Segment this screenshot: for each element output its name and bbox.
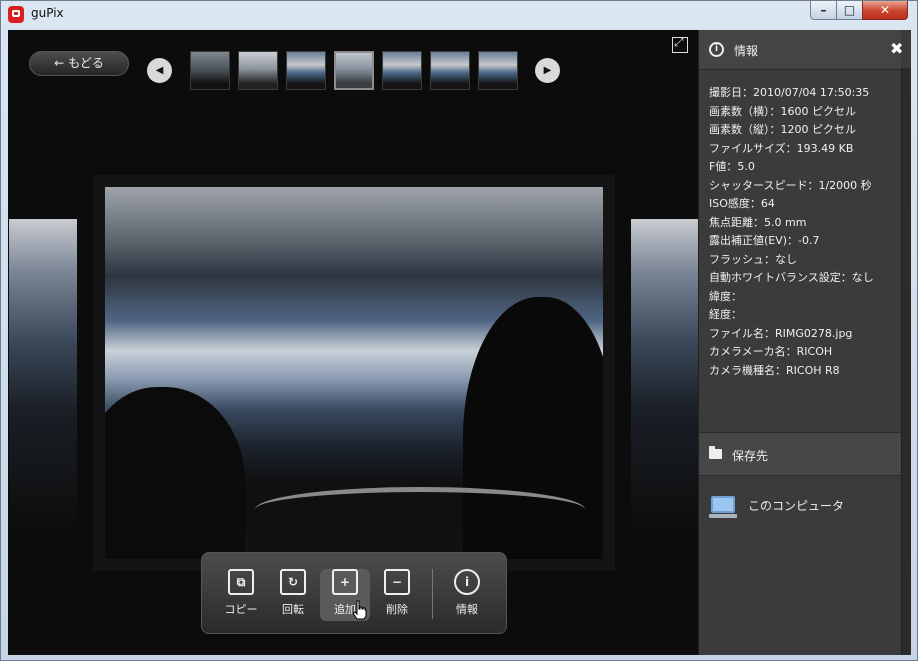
panel-scrollbar[interactable] [901,68,911,655]
maximize-button[interactable]: □ [836,1,863,20]
save-destination-title: 保存先 [732,449,769,463]
next-photo[interactable] [631,219,705,527]
back-button[interactable]: ← もどる [29,51,129,76]
prev-thumbnails-button[interactable]: ◀ [147,58,172,83]
copy-label: コピー [224,603,258,616]
exif-row: 画素数（横）：1600 ピクセル [709,104,856,118]
thumbnail-3[interactable] [286,51,326,90]
main-photo[interactable] [105,187,603,559]
app-window: guPix – □ ✕ ← もどる ◀ ▶ ⤢ ⧉ コピー ↻ 回転 + 追加 … [0,0,918,661]
exif-row: F値：5.0 [709,160,755,173]
exif-row: 経度： [709,308,742,321]
exif-row: 緯度： [709,289,742,303]
computer-icon [709,496,737,518]
exif-row: カメラメーカ名：RICOH [709,345,833,358]
info-button[interactable]: i 情報 [442,569,492,621]
exif-row: 画素数（縦）：1200 ピクセル [709,123,856,136]
back-button-label: もどる [68,56,104,70]
close-icon: ✕ [879,3,891,17]
remove-button[interactable]: − 削除 [372,569,422,621]
info-circle-icon: i [709,42,724,57]
info-panel-title: 情報 [734,44,759,58]
exif-row: フラッシュ：なし [709,252,797,266]
copy-icon: ⧉ [228,569,254,595]
viewer-area: ← もどる ◀ ▶ ⤢ ⧉ コピー ↻ 回転 + 追加 − 削除 i 情報 i … [8,30,911,655]
exif-row: ファイルサイズ：193.49 KB [709,141,854,155]
exif-row: シャッタースピード：1/2000 秒 [709,178,872,192]
close-window-button[interactable]: ✕ [862,1,908,20]
exif-row: ファイル名：RIMG0278.jpg [709,326,853,340]
folder-icon [709,446,722,459]
exif-row: 露出補正値(EV)：-0.7 [709,234,820,247]
save-destination-header[interactable]: 保存先 [699,432,901,476]
toolbar-divider [432,569,433,619]
fullscreen-icon: ⤢ [674,35,684,49]
exif-row: 焦点距離：5.0 mm [709,215,807,229]
info-icon: i [454,569,480,595]
info-panel-header: i 情報 ✖ [699,30,903,70]
title-bar[interactable]: guPix – □ ✕ [1,1,917,29]
info-panel: i 情報 ✖ 撮影日：2010/07/04 17:50:35 画素数（横）：160… [698,30,911,655]
thumbnail-2[interactable] [238,51,278,90]
remove-from-list-icon: − [384,569,410,595]
window-title: guPix [31,6,64,20]
app-logo-icon [8,6,24,23]
thumbnail-4-selected[interactable] [334,51,374,90]
remove-label: 削除 [386,603,408,616]
thumbnail-5[interactable] [382,51,422,90]
maximize-icon: □ [843,3,856,17]
info-label: 情報 [456,603,478,616]
exif-list: 撮影日：2010/07/04 17:50:35 画素数（横）：1600 ピクセル画… [709,84,899,380]
rotate-icon: ↻ [280,569,306,595]
rotate-button[interactable]: ↻ 回転 [268,569,318,621]
exif-row: 自動ホワイトバランス設定：なし [709,271,874,284]
fullscreen-button[interactable]: ⤢ [672,35,688,53]
previous-photo[interactable] [9,219,77,527]
this-computer-label: このコンピュータ [748,499,845,513]
triangle-left-icon: ◀ [155,65,164,76]
thumbnail-1[interactable] [190,51,230,90]
next-thumbnails-button[interactable]: ▶ [535,58,560,83]
copy-button[interactable]: ⧉ コピー [216,569,266,621]
thumbnail-7[interactable] [478,51,518,90]
exif-row: カメラ機種名：RICOH R8 [709,363,840,377]
add-to-list-icon: + [332,569,358,595]
close-panel-icon[interactable]: ✖ [890,39,903,58]
minimize-icon: – [820,3,827,17]
hand-cursor-icon [352,600,367,620]
minimize-button[interactable]: – [810,1,837,20]
exif-row: ISO感度：64 [709,197,775,210]
photo-toolbar: ⧉ コピー ↻ 回転 + 追加 − 削除 i 情報 [201,552,507,634]
rotate-label: 回転 [282,603,304,616]
arrow-left-icon: ← [54,56,65,70]
triangle-right-icon: ▶ [543,65,552,76]
exif-row: 撮影日：2010/07/04 17:50:35 [709,86,870,99]
thumbnail-6[interactable] [430,51,470,90]
